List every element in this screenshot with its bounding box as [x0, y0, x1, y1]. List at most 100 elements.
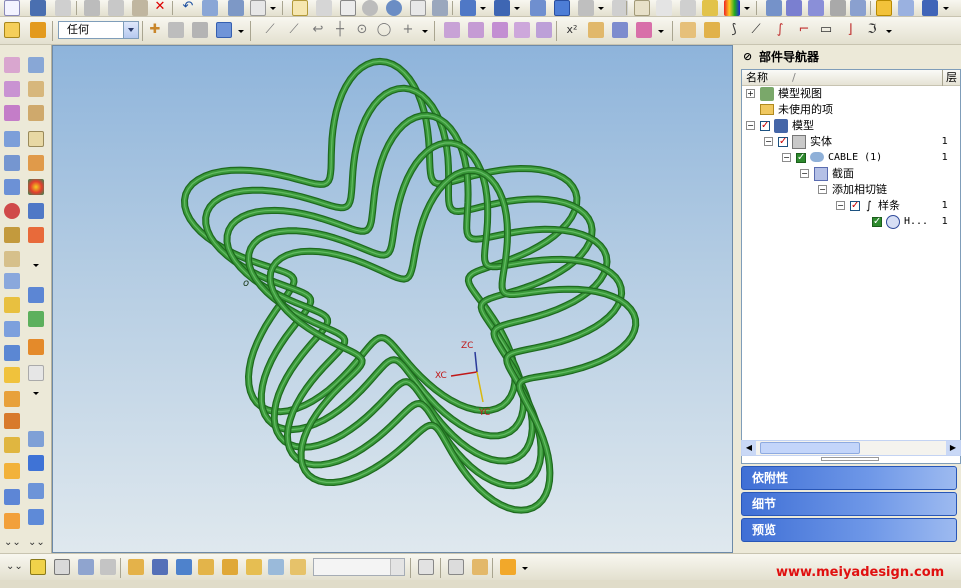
- horizontal-scrollbar[interactable]: ◀ ▶: [741, 440, 961, 456]
- pan-icon[interactable]: [340, 0, 356, 16]
- sweep-icon[interactable]: [4, 81, 20, 97]
- corner-icon[interactable]: ⌐: [796, 22, 812, 38]
- tree-row-helix[interactable]: H... 1: [742, 214, 960, 230]
- camera-icon[interactable]: [432, 0, 448, 16]
- wave-link-icon[interactable]: [198, 559, 214, 575]
- snap-point-icon[interactable]: ✚: [147, 22, 163, 38]
- tree-row-model-views[interactable]: + 模型视图: [742, 86, 960, 102]
- cube-view-icon[interactable]: [460, 0, 476, 16]
- center-icon[interactable]: ⊙: [354, 22, 370, 38]
- curvature-icon[interactable]: [808, 0, 824, 16]
- info-icon[interactable]: [250, 0, 266, 16]
- print-icon[interactable]: [55, 0, 71, 16]
- shaded-cube-icon[interactable]: [494, 0, 510, 16]
- extract-icon[interactable]: [4, 513, 20, 529]
- brush-icon[interactable]: [702, 0, 718, 16]
- splitter-handle[interactable]: [821, 457, 879, 461]
- assembly-filter-dropdown[interactable]: [313, 558, 405, 576]
- endpoint-icon[interactable]: ⟋: [286, 22, 302, 38]
- split-icon[interactable]: ∫: [772, 22, 788, 38]
- render-style-icon[interactable]: [530, 0, 546, 16]
- midpoint-icon[interactable]: ↩: [310, 22, 326, 38]
- split-body-icon[interactable]: [28, 455, 44, 471]
- draft-icon[interactable]: [4, 345, 20, 361]
- shell-icon[interactable]: [28, 105, 44, 121]
- rotate-icon[interactable]: [362, 0, 378, 16]
- align-body-icon[interactable]: [152, 559, 168, 575]
- move-icon[interactable]: [100, 559, 116, 575]
- mesh-icon[interactable]: [830, 0, 846, 16]
- edge-blend-icon[interactable]: [4, 321, 20, 337]
- revolve-icon[interactable]: [28, 57, 44, 73]
- tree-row-tangent-chain[interactable]: − 添加相切链: [742, 182, 960, 198]
- pocket-icon[interactable]: [4, 203, 20, 219]
- display-icon[interactable]: [228, 0, 244, 16]
- cable-loop[interactable]: [182, 59, 580, 414]
- pattern-icon[interactable]: [4, 391, 20, 407]
- fillet-curve-icon[interactable]: ▭: [818, 22, 834, 38]
- patch-icon[interactable]: [4, 437, 20, 453]
- trim-body-icon[interactable]: [4, 273, 20, 289]
- visibility-checkbox[interactable]: [796, 150, 806, 166]
- hole-icon[interactable]: [4, 179, 20, 195]
- wrap-icon[interactable]: [28, 483, 44, 499]
- edit-object-icon[interactable]: [202, 0, 218, 16]
- subtract-icon[interactable]: [4, 297, 20, 313]
- constraint-icon[interactable]: [246, 559, 262, 575]
- scroll-thumb[interactable]: [760, 442, 860, 454]
- cut-icon[interactable]: [84, 0, 100, 16]
- pad-icon[interactable]: [28, 203, 44, 219]
- visibility-checkbox[interactable]: [760, 118, 770, 134]
- more-operations-arrow[interactable]: [33, 392, 39, 395]
- expand-palette-icon[interactable]: ⌄⌄: [4, 535, 21, 551]
- select-feature-icon[interactable]: [30, 22, 46, 38]
- existing-point-icon[interactable]: +: [400, 22, 416, 38]
- arc-icon[interactable]: [704, 22, 720, 38]
- column-name-header[interactable]: 名称: [746, 70, 768, 85]
- hide-icon[interactable]: [876, 0, 892, 16]
- surface-icon[interactable]: [786, 0, 802, 16]
- intersect-icon[interactable]: [28, 311, 44, 327]
- tree-row-unused-items[interactable]: 未使用的项: [742, 102, 960, 118]
- line-icon[interactable]: ⟋: [262, 22, 278, 38]
- dependencies-panel[interactable]: 依附性: [741, 466, 957, 490]
- spline-icon[interactable]: [680, 22, 696, 38]
- collapse-icon[interactable]: −: [818, 185, 827, 194]
- expand-icon[interactable]: +: [746, 89, 755, 98]
- scale-body-icon[interactable]: [28, 365, 44, 381]
- tube-icon[interactable]: [28, 81, 44, 97]
- select-arrow-icon[interactable]: [4, 22, 20, 38]
- new-file-icon[interactable]: [4, 0, 20, 16]
- quadrant-icon[interactable]: ◯: [376, 22, 392, 38]
- preview-panel[interactable]: 预览: [741, 518, 957, 542]
- show-icon[interactable]: [898, 0, 914, 16]
- collapse-icon[interactable]: −: [764, 137, 773, 146]
- refresh-icon[interactable]: [386, 0, 402, 16]
- color-icon[interactable]: [724, 0, 740, 16]
- wcs-icon[interactable]: [922, 0, 938, 16]
- graphics-viewport[interactable]: ZC XC YC o: [52, 45, 733, 553]
- scroll-right-button[interactable]: ▶: [946, 441, 960, 455]
- view-icon[interactable]: [410, 0, 426, 16]
- chamfer-icon[interactable]: [468, 22, 484, 38]
- analysis-icon[interactable]: [766, 0, 782, 16]
- chevron-down-icon[interactable]: [123, 22, 138, 38]
- chamfer-edge-icon[interactable]: [28, 339, 44, 355]
- cylinder-icon[interactable]: [28, 131, 44, 147]
- assembly-icon[interactable]: [222, 559, 238, 575]
- tree-row-cable[interactable]: − CABLE (1) 1: [742, 150, 960, 166]
- visibility-checkbox[interactable]: [850, 198, 860, 214]
- datum-icon[interactable]: [54, 559, 70, 575]
- sketch-icon[interactable]: [634, 0, 650, 16]
- details-panel[interactable]: 细节: [741, 492, 957, 516]
- inspect-icon[interactable]: [290, 559, 306, 575]
- sketch-plane-icon[interactable]: [30, 559, 46, 575]
- extrude-icon[interactable]: [4, 57, 20, 73]
- column-layer-header[interactable]: 层: [946, 70, 957, 85]
- collapse-icon[interactable]: −: [782, 153, 791, 162]
- unite-icon[interactable]: [28, 287, 44, 303]
- cone-icon[interactable]: [4, 155, 20, 171]
- offset-icon[interactable]: [514, 22, 530, 38]
- collapse-icon[interactable]: −: [800, 169, 809, 178]
- curve-edit-icon[interactable]: ⟆: [726, 22, 742, 38]
